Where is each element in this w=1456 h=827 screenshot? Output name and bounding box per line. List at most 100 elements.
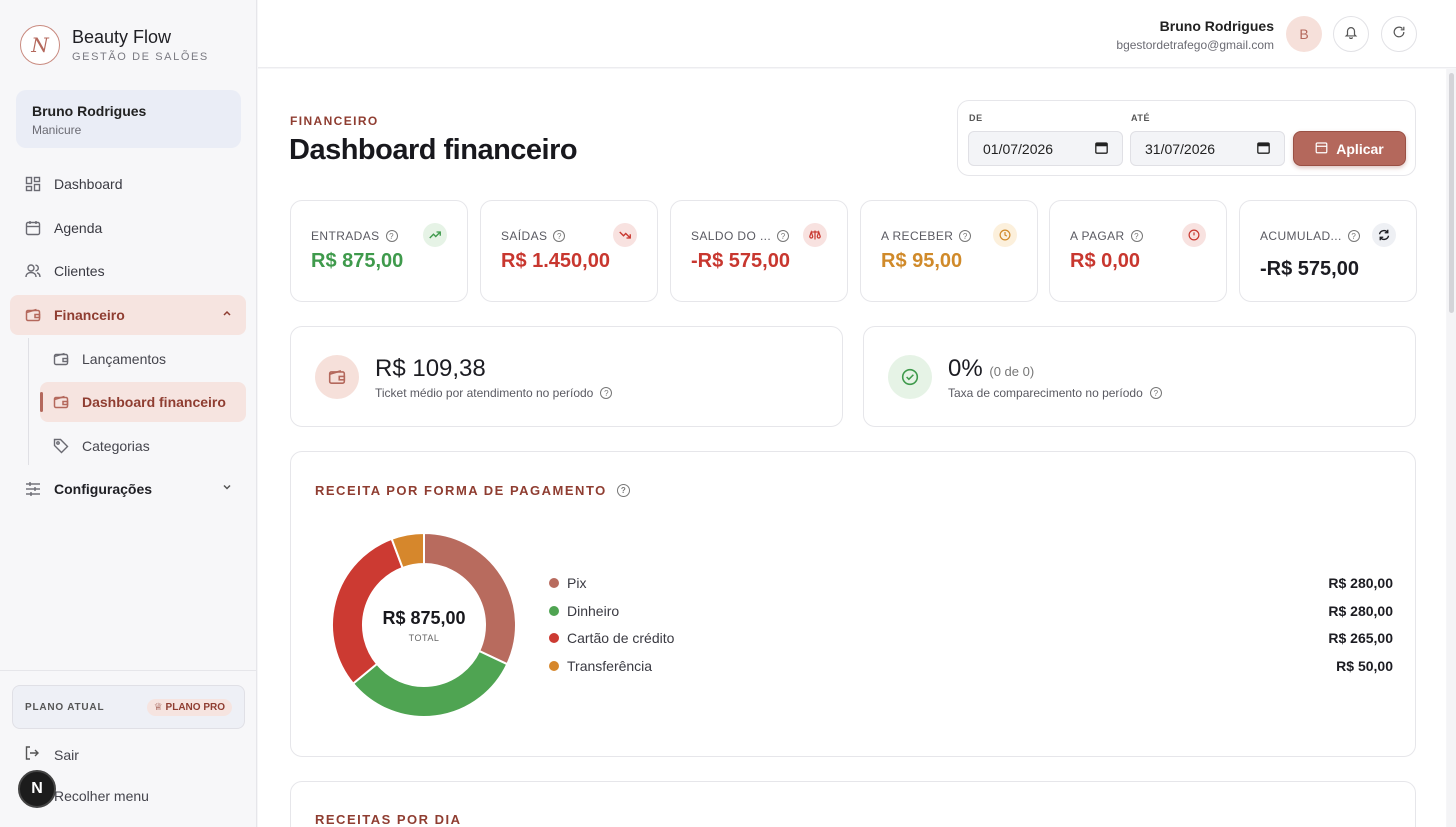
- from-date-value: 01/07/2026: [983, 140, 1054, 157]
- check-circle-icon: [888, 355, 932, 399]
- kpi-label-text: A PAGAR: [1070, 229, 1125, 243]
- legend-value: R$ 50,00: [1336, 658, 1393, 674]
- kpi-value: -R$ 575,00: [1260, 258, 1359, 280]
- legend-value: R$ 265,00: [1328, 630, 1393, 646]
- app-badge[interactable]: N: [18, 770, 56, 808]
- scale-icon: [803, 223, 827, 247]
- logout-button[interactable]: Sair: [24, 745, 79, 764]
- wallet-icon: [315, 355, 359, 399]
- sidebar-item-categorias[interactable]: Categorias: [40, 426, 246, 466]
- scrollbar[interactable]: [1447, 69, 1456, 827]
- attendance-desc-text: Taxa de comparecimento no período: [948, 386, 1143, 400]
- notifications-button[interactable]: [1333, 16, 1369, 52]
- legend-name: Transferência: [567, 658, 653, 674]
- legend-name: Pix: [567, 575, 587, 591]
- chevron-up-icon: [222, 307, 232, 321]
- kpi-card-a-receber: A RECEBER? R$ 95,00: [860, 200, 1038, 302]
- collapse-menu-button[interactable]: Recolher menu: [54, 788, 149, 804]
- kpi-label-text: SALDO DO ...: [691, 229, 772, 243]
- brand-text: Beauty Flow GESTÃO DE SALÕES: [72, 27, 209, 63]
- help-icon[interactable]: ?: [1347, 230, 1360, 242]
- wallet-icon: [24, 306, 42, 324]
- topbar-user: Bruno Rodrigues bgestordetrafego@gmail.c…: [1116, 18, 1274, 52]
- legend-dot: [549, 578, 559, 588]
- plan-badge: ♕ PLANO PRO: [146, 698, 232, 716]
- help-icon[interactable]: ?: [1130, 230, 1143, 242]
- kpi-card-acumulado: ACUMULAD...? -R$ 575,00: [1239, 200, 1417, 302]
- sidebar-item-label: Dashboard financeiro: [82, 394, 226, 410]
- plan-card[interactable]: PLANO ATUAL ♕ PLANO PRO: [12, 685, 245, 729]
- kpi-value: R$ 0,00: [1070, 250, 1141, 272]
- sidebar-item-dashboard[interactable]: Dashboard: [10, 164, 246, 204]
- user-card[interactable]: Bruno Rodrigues Manicure: [16, 90, 241, 148]
- panel-title-text: RECEITA POR FORMA DE PAGAMENTO: [315, 483, 607, 498]
- sidebar-item-lancamentos[interactable]: Lançamentos: [40, 339, 246, 379]
- sidebar-item-label: Dashboard: [54, 176, 123, 192]
- plan-label: PLANO ATUAL: [25, 701, 105, 713]
- attendance-value: 0% (0 de 0): [948, 355, 1034, 383]
- legend-name: Cartão de crédito: [567, 630, 675, 646]
- apply-button[interactable]: Aplicar: [1293, 131, 1406, 166]
- daily-revenue-panel: RECEITAS POR DIA: [290, 781, 1416, 827]
- legend-dot: [549, 606, 559, 616]
- sidebar-item-label: Lançamentos: [82, 351, 167, 367]
- panel-title: RECEITA POR FORMA DE PAGAMENTO?: [315, 483, 630, 498]
- sidebar-item-dashboard-financeiro[interactable]: Dashboard financeiro: [40, 382, 246, 422]
- sidebar-item-label: Financeiro: [54, 307, 125, 323]
- sidebar-item-configuracoes[interactable]: Configurações: [10, 469, 246, 509]
- legend-name: Dinheiro: [567, 603, 620, 619]
- donut-center: R$ 875,00 TOTAL: [331, 532, 517, 718]
- refresh-button[interactable]: [1381, 16, 1417, 52]
- attendance-detail: (0 de 0): [989, 364, 1035, 379]
- plan-badge-text: PLANO PRO: [165, 701, 225, 713]
- kpi-value: R$ 95,00: [881, 250, 963, 272]
- bell-icon: [1344, 25, 1358, 44]
- attendance-percent: 0%: [948, 355, 983, 382]
- kpi-label: A RECEBER?: [881, 229, 972, 243]
- trending-down-icon: [613, 223, 637, 247]
- user-name: Bruno Rodrigues: [32, 103, 147, 119]
- help-icon[interactable]: ?: [553, 230, 566, 242]
- calendar-icon: [1315, 141, 1328, 157]
- topbar-user-name: Bruno Rodrigues: [1159, 18, 1274, 34]
- help-icon[interactable]: ?: [616, 484, 630, 497]
- sidebar-item-label: Clientes: [54, 263, 105, 279]
- kpi-card-a-pagar: A PAGAR? R$ 0,00: [1049, 200, 1227, 302]
- donut-total: R$ 875,00: [382, 607, 466, 628]
- scrollbar-thumb[interactable]: [1449, 73, 1454, 313]
- chevron-down-icon: [222, 481, 232, 495]
- users-icon: [24, 262, 42, 280]
- date-filter: DE 01/07/2026 ATÉ 31/07/2026 Aplicar: [957, 100, 1416, 176]
- sidebar-item-clientes[interactable]: Clientes: [10, 251, 246, 291]
- refresh-icon: [1392, 25, 1406, 44]
- legend-value: R$ 280,00: [1328, 575, 1393, 591]
- help-icon[interactable]: ?: [385, 230, 398, 242]
- refresh-icon: [1372, 223, 1396, 247]
- from-date-input[interactable]: 01/07/2026: [968, 131, 1123, 166]
- kpi-value: -R$ 575,00: [691, 250, 790, 272]
- legend-row: Dinheiro R$ 280,00: [549, 601, 1393, 621]
- legend-dot: [549, 633, 559, 643]
- page-title: Dashboard financeiro: [289, 134, 578, 166]
- sidebar-item-agenda[interactable]: Agenda: [10, 208, 246, 248]
- avatar[interactable]: B: [1286, 16, 1322, 52]
- legend-row: Cartão de crédito R$ 265,00: [549, 628, 1393, 648]
- help-icon[interactable]: ?: [600, 387, 613, 399]
- help-icon[interactable]: ?: [959, 230, 972, 242]
- legend-row: Transferência R$ 50,00: [549, 656, 1393, 676]
- help-icon[interactable]: ?: [777, 230, 790, 242]
- wallet-icon: [52, 350, 70, 368]
- apply-label: Aplicar: [1336, 140, 1384, 157]
- legend-left: Transferência: [549, 658, 652, 674]
- legend-left: Cartão de crédito: [549, 630, 674, 646]
- legend-row: Pix R$ 280,00: [549, 573, 1393, 593]
- kpi-label-text: SAÍDAS: [501, 229, 548, 243]
- help-icon[interactable]: ?: [1149, 387, 1162, 399]
- to-date-input[interactable]: 31/07/2026: [1130, 131, 1285, 166]
- sidebar-item-financeiro[interactable]: Financeiro: [10, 295, 246, 335]
- kpi-card-saldo: SALDO DO ...? -R$ 575,00: [670, 200, 848, 302]
- collapse-label: Recolher menu: [54, 788, 149, 804]
- brand[interactable]: N Beauty Flow GESTÃO DE SALÕES: [20, 25, 209, 65]
- grid-icon: [24, 175, 42, 193]
- kpi-label: SAÍDAS?: [501, 229, 566, 243]
